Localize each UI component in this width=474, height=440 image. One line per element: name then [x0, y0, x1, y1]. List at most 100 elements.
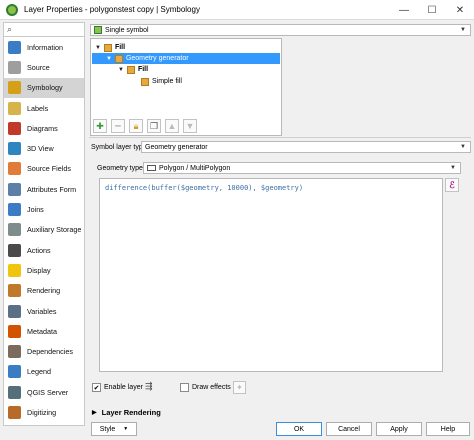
- sidebar-item-dependencies[interactable]: Dependencies: [4, 341, 84, 361]
- rendering-icon: [8, 284, 21, 298]
- sidebar-item-labels[interactable]: Labels: [4, 98, 84, 118]
- tree-row-geometry-generator[interactable]: ▼ Geometry generator: [92, 53, 280, 64]
- duplicate-layer-button[interactable]: ❐: [147, 119, 161, 133]
- symbol-layer-type-label: Symbol layer type: [91, 144, 147, 151]
- maximize-button[interactable]: ☐: [418, 0, 446, 20]
- sidebar-item-symbology[interactable]: Symbology: [4, 77, 84, 98]
- geometry-type-value: Polygon / MultiPolygon: [159, 164, 231, 172]
- collapse-icon[interactable]: ▼: [95, 45, 101, 51]
- remove-layer-button[interactable]: ━: [111, 119, 125, 133]
- sidebar-item-auxiliary-storage[interactable]: Auxiliary Storage: [4, 220, 84, 240]
- sidebar-item-legend[interactable]: Legend: [4, 362, 84, 382]
- move-up-button[interactable]: ▲: [165, 119, 179, 133]
- sidebar-item-label: Actions: [27, 245, 51, 255]
- tree-row-simple-fill[interactable]: Simple fill: [141, 76, 182, 87]
- auxiliary-storage-icon: [8, 223, 21, 237]
- symbology-panel: Single symbol ▼ ▼ Fill ▼ Geometry genera…: [89, 22, 471, 426]
- sidebar-item-joins[interactable]: Joins: [4, 199, 84, 219]
- sidebar-item-attributes-form[interactable]: Attributes Form: [4, 179, 84, 199]
- sidebar-item-digitizing[interactable]: Digitizing: [4, 402, 84, 422]
- ok-button[interactable]: OK: [276, 422, 322, 436]
- sidebar-item-label: Information: [27, 42, 63, 52]
- move-down-button[interactable]: ▼: [183, 119, 197, 133]
- minimize-button[interactable]: —: [390, 0, 418, 20]
- polygon-icon: [147, 165, 156, 171]
- style-label: Style: [99, 425, 116, 433]
- enable-layer-label: Enable layer: [104, 384, 143, 391]
- star-icon: ✦: [236, 383, 243, 392]
- sidebar-item-label: Joins: [27, 205, 44, 215]
- sidebar-item-label: Source: [27, 62, 50, 72]
- source-icon: [8, 60, 21, 74]
- search-icon: ⌕: [7, 24, 13, 34]
- sidebar-item-diagrams[interactable]: Diagrams: [4, 118, 84, 138]
- joins-icon: [8, 203, 21, 217]
- sidebar-item-3d-view[interactable]: 3D View: [4, 138, 84, 158]
- sidebar-item-source[interactable]: Source: [4, 57, 84, 77]
- sidebar-item-source-fields[interactable]: Source Fields: [4, 159, 84, 179]
- add-layer-button[interactable]: ✚: [93, 119, 107, 133]
- expression-editor[interactable]: difference(buffer($geometry, 10000), $ge…: [99, 178, 443, 372]
- layer-rendering-label: Layer Rendering: [101, 408, 161, 417]
- actions-icon: [8, 243, 21, 257]
- tree-label: Fill: [114, 44, 126, 51]
- sidebar-item-label: Labels: [27, 103, 49, 113]
- symbology-icon: [8, 81, 21, 95]
- layer-rendering-section[interactable]: ▶ Layer Rendering: [92, 408, 161, 417]
- sidebar: ⌕ Information Source Symbology Labels Diagra…: [3, 22, 85, 426]
- sidebar-item-metadata[interactable]: Metadata: [4, 321, 84, 341]
- window-title: Layer Properties - polygonstest copy | S…: [24, 5, 200, 14]
- sidebar-item-rendering[interactable]: Rendering: [4, 281, 84, 301]
- collapse-icon[interactable]: ▼: [106, 56, 112, 62]
- sidebar-item-label: Diagrams: [27, 123, 58, 133]
- sidebar-item-label: Attributes Form: [27, 184, 77, 194]
- epsilon-icon: ℰ: [449, 179, 455, 190]
- info-icon: [8, 40, 21, 54]
- sidebar-search[interactable]: ⌕: [4, 23, 84, 37]
- single-symbol-icon: [94, 26, 102, 34]
- chevron-down-icon: ▼: [123, 426, 129, 432]
- close-button[interactable]: ✕: [446, 0, 474, 20]
- sidebar-item-label: Dependencies: [27, 347, 73, 357]
- sidebar-item-label: Variables: [27, 306, 57, 316]
- sidebar-item-label: Symbology: [27, 83, 63, 93]
- sidebar-item-qgis-server[interactable]: QGIS Server: [4, 382, 84, 402]
- tree-label: Geometry generator: [125, 55, 189, 62]
- sidebar-item-information[interactable]: Information: [4, 37, 84, 57]
- display-icon: [8, 263, 21, 277]
- data-defined-override-icon[interactable]: ⇶: [145, 381, 159, 394]
- sidebar-list: Information Source Symbology Labels Diagrams…: [4, 37, 84, 423]
- tree-row-fill[interactable]: ▼ Fill: [95, 42, 125, 53]
- labels-icon: [8, 101, 21, 115]
- sidebar-item-actions[interactable]: Actions: [4, 240, 84, 260]
- symbol-layer-type-select[interactable]: Geometry generator ▼: [141, 141, 471, 153]
- tree-row-sub-fill[interactable]: ▼ Fill: [118, 64, 148, 75]
- legend-icon: [8, 365, 21, 379]
- lock-layer-button[interactable]: 🔒︎: [129, 119, 143, 133]
- metadata-icon: [8, 324, 21, 338]
- expression-builder-button[interactable]: ℰ: [445, 178, 459, 192]
- draw-effects-checkbox[interactable]: [180, 383, 189, 392]
- sidebar-item-label: Legend: [27, 367, 51, 377]
- help-button[interactable]: Help: [426, 422, 470, 436]
- renderer-value: Single symbol: [105, 26, 149, 34]
- cancel-button[interactable]: Cancel: [326, 422, 372, 436]
- apply-button[interactable]: Apply: [376, 422, 422, 436]
- generator-swatch-icon: [114, 54, 123, 63]
- style-button[interactable]: Style ▼: [91, 422, 137, 436]
- geometry-type-select[interactable]: Polygon / MultiPolygon ▼: [143, 162, 461, 174]
- 3d-view-icon: [8, 142, 21, 156]
- tree-label: Simple fill: [152, 78, 182, 85]
- symbol-layer-type-value: Geometry generator: [145, 143, 208, 151]
- expression-text[interactable]: difference(buffer($geometry, 10000), $ge…: [105, 184, 303, 192]
- draw-effects-label: Draw effects: [192, 384, 231, 391]
- collapse-icon[interactable]: ▼: [118, 67, 124, 73]
- enable-layer-checkbox[interactable]: ✔: [92, 383, 101, 392]
- sidebar-item-display[interactable]: Display: [4, 260, 84, 280]
- qgis-server-icon: [8, 385, 21, 399]
- effects-settings-button[interactable]: ✦: [233, 381, 246, 394]
- sidebar-item-variables[interactable]: Variables: [4, 301, 84, 321]
- expand-arrow-icon: ▶: [92, 410, 97, 416]
- renderer-select[interactable]: Single symbol ▼: [90, 24, 471, 36]
- sidebar-item-label: Source Fields: [27, 164, 71, 174]
